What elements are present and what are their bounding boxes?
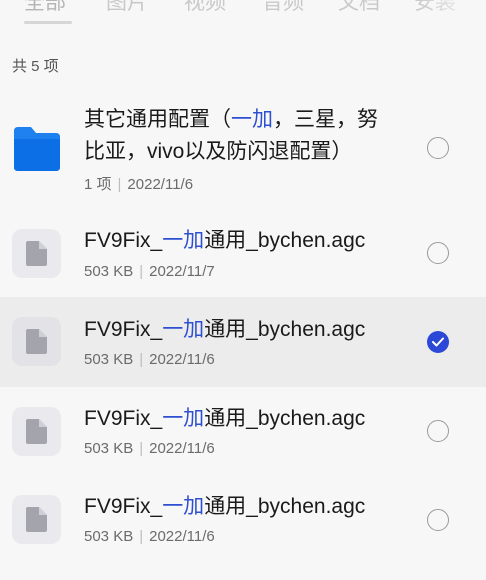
file-meta: 503 KB | 2022/11/6 xyxy=(84,351,215,368)
select-radio-checked[interactable] xyxy=(427,331,449,353)
file-meta: 503 KB | 2022/11/7 xyxy=(84,263,215,280)
file-name: FV9Fix_一加通用_bychen.agc xyxy=(84,407,366,430)
file-meta: 503 KB | 2022/11/6 xyxy=(84,440,215,457)
tab-all[interactable]: 全部 xyxy=(24,0,66,16)
tabs-fade xyxy=(416,0,486,26)
folder-meta: 1 项 | 2022/11/6 xyxy=(84,176,194,193)
folder-icon xyxy=(14,127,60,171)
file-icon xyxy=(12,495,61,544)
select-radio[interactable] xyxy=(427,509,449,531)
select-radio[interactable] xyxy=(427,242,449,264)
item-count: 共 5 项 xyxy=(12,58,59,75)
category-tabs: 全部 图片 视频 音频 文档 安装 xyxy=(0,0,486,26)
tab-active-indicator xyxy=(24,21,72,24)
file-name: FV9Fix_一加通用_bychen.agc xyxy=(84,229,366,252)
list-item-file[interactable]: FV9Fix_一加通用_bychen.agc 503 KB | 2022/11/6 xyxy=(0,387,486,477)
tab-audio[interactable]: 音频 xyxy=(262,0,304,16)
select-radio[interactable] xyxy=(427,137,449,159)
list-item-file[interactable]: FV9Fix_一加通用_bychen.agc 503 KB | 2022/11/6 xyxy=(0,476,486,566)
tab-videos[interactable]: 视频 xyxy=(184,0,226,16)
list-item-file[interactable]: FV9Fix_一加通用_bychen.agc 503 KB | 2022/11/7 xyxy=(0,207,486,297)
file-icon xyxy=(12,229,61,278)
folder-name-line1: 其它通用配置（一加，三星，努 xyxy=(84,108,378,131)
check-icon xyxy=(432,337,444,347)
file-icon xyxy=(12,317,61,366)
tab-documents[interactable]: 文档 xyxy=(338,0,380,16)
list-item-folder[interactable]: 其它通用配置（一加，三星，努 比亚，vivo以及防闪退配置） 1 项 | 2022/… xyxy=(0,95,486,205)
list-item-file-selected[interactable]: FV9Fix_一加通用_bychen.agc 503 KB | 2022/11/6 xyxy=(0,297,486,387)
file-name: FV9Fix_一加通用_bychen.agc xyxy=(84,318,366,341)
file-meta: 503 KB | 2022/11/6 xyxy=(84,528,215,545)
tab-images[interactable]: 图片 xyxy=(106,0,148,16)
file-name: FV9Fix_一加通用_bychen.agc xyxy=(84,495,366,518)
folder-name-line2: 比亚，vivo以及防闪退配置） xyxy=(84,140,353,163)
file-icon xyxy=(12,407,61,456)
select-radio[interactable] xyxy=(427,420,449,442)
